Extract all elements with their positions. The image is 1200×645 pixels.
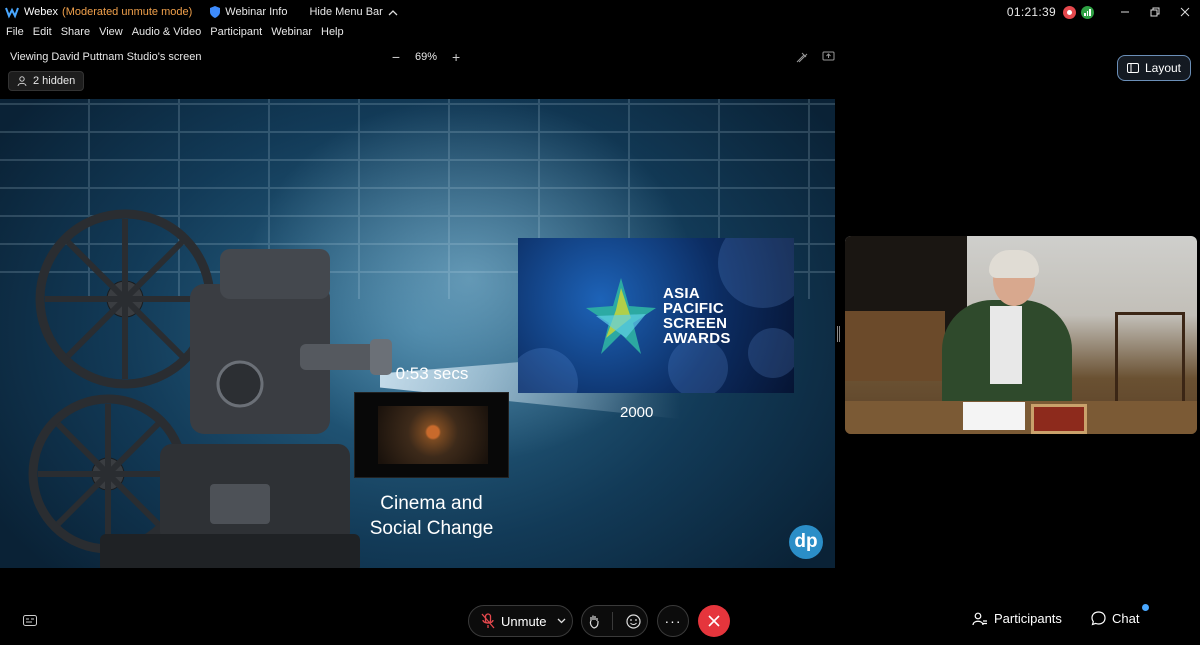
speaker-video-tile[interactable] [845,236,1197,434]
chevron-up-icon [388,9,398,15]
menu-share[interactable]: Share [61,26,90,44]
webex-logo-icon [5,7,19,19]
restore-icon [1150,7,1160,17]
zoom-out-button[interactable]: − [389,49,403,65]
meeting-timer: 01:21:39 [1006,5,1056,19]
chat-notification-badge [1142,604,1149,611]
menu-audio-video[interactable]: Audio & Video [132,26,202,44]
share-screen-icon[interactable] [822,51,835,63]
hidden-count-label: 2 hidden [33,75,76,87]
zoom-in-button[interactable]: + [449,49,463,65]
menu-view[interactable]: View [99,26,123,44]
awards-title-line-3: SCREEN [663,315,728,332]
captions-icon[interactable] [23,615,37,626]
layout-button[interactable]: Layout [1117,55,1191,81]
viewing-label: Viewing David Puttnam Studio's screen [10,51,202,63]
menu-bar: File Edit Share View Audio & Video Parti… [0,26,347,44]
caption-line-2: Social Change [369,518,494,539]
participants-button[interactable]: Participants [972,611,1062,626]
close-icon [1180,7,1190,17]
zoom-control: − 69% + [389,49,463,65]
caption-line-1: Cinema and [380,493,483,514]
menu-participant[interactable]: Participant [210,26,262,44]
zoom-level: 69% [415,51,438,63]
end-call-icon [708,615,720,627]
signal-icon[interactable] [1081,5,1094,19]
layout-icon [1126,63,1139,73]
slide-caption: Cinema and Social Change [350,491,513,541]
leave-meeting-button[interactable] [698,605,730,637]
chat-button[interactable]: Chat [1091,611,1139,626]
more-options-button[interactable]: ··· [657,605,689,637]
video-thumbnail [354,392,509,478]
menu-edit[interactable]: Edit [33,26,52,44]
awards-title: ASIA PACIFIC SCREEN AWARDS [663,286,731,346]
hide-menu-bar-label: Hide Menu Bar [309,6,383,18]
app-name: Webex [24,6,59,18]
menu-help[interactable]: Help [321,26,344,44]
panel-resize-handle[interactable] [837,326,840,342]
title-bar: Webex (Moderated unmute mode) Webinar In… [0,0,1200,24]
dp-logo: dp [789,525,823,559]
restore-button[interactable] [1140,0,1170,24]
record-icon[interactable] [1063,5,1076,19]
unmute-button[interactable]: Unmute [468,605,573,637]
awards-star-logo [586,278,656,354]
webinar-info-button[interactable]: Webinar Info [210,6,287,18]
unmute-label: Unmute [501,613,547,629]
minimize-icon [1121,11,1129,13]
countdown-label: 0:53 secs [395,364,469,383]
annotate-icon[interactable] [796,51,808,63]
shield-icon [210,6,221,18]
menu-webinar[interactable]: Webinar [271,26,312,44]
award-year: 2000 [620,404,654,421]
participants-label: Participants [994,611,1062,626]
emoji-icon[interactable] [626,613,641,629]
awards-image: ASIA PACIFIC SCREEN AWARDS [518,238,794,393]
chevron-down-icon[interactable] [557,618,566,624]
mic-muted-icon [481,613,495,629]
film-projector-image [28,209,392,568]
chat-icon [1091,611,1106,626]
raise-hand-icon[interactable] [588,614,600,629]
chat-label: Chat [1112,611,1140,626]
close-window-button[interactable] [1170,0,1200,24]
shared-screen: 0:53 secs Cinema and Social Change ASIA … [0,99,835,568]
minimize-button[interactable] [1110,0,1140,24]
person-icon [17,75,27,86]
webinar-info-label: Webinar Info [225,6,288,18]
menu-file[interactable]: File [6,26,24,44]
awards-title-line-4: AWARDS [663,330,731,347]
hidden-participants-button[interactable]: 2 hidden [8,71,85,91]
awards-title-line-2: PACIFIC [663,300,724,317]
hide-menu-bar-button[interactable]: Hide Menu Bar [309,6,398,18]
participants-icon [972,612,987,625]
unmute-mode-label: (Moderated unmute mode) [62,6,193,18]
awards-title-line-1: ASIA [663,285,701,302]
reactions-group [581,605,648,637]
layout-label: Layout [1144,61,1182,75]
